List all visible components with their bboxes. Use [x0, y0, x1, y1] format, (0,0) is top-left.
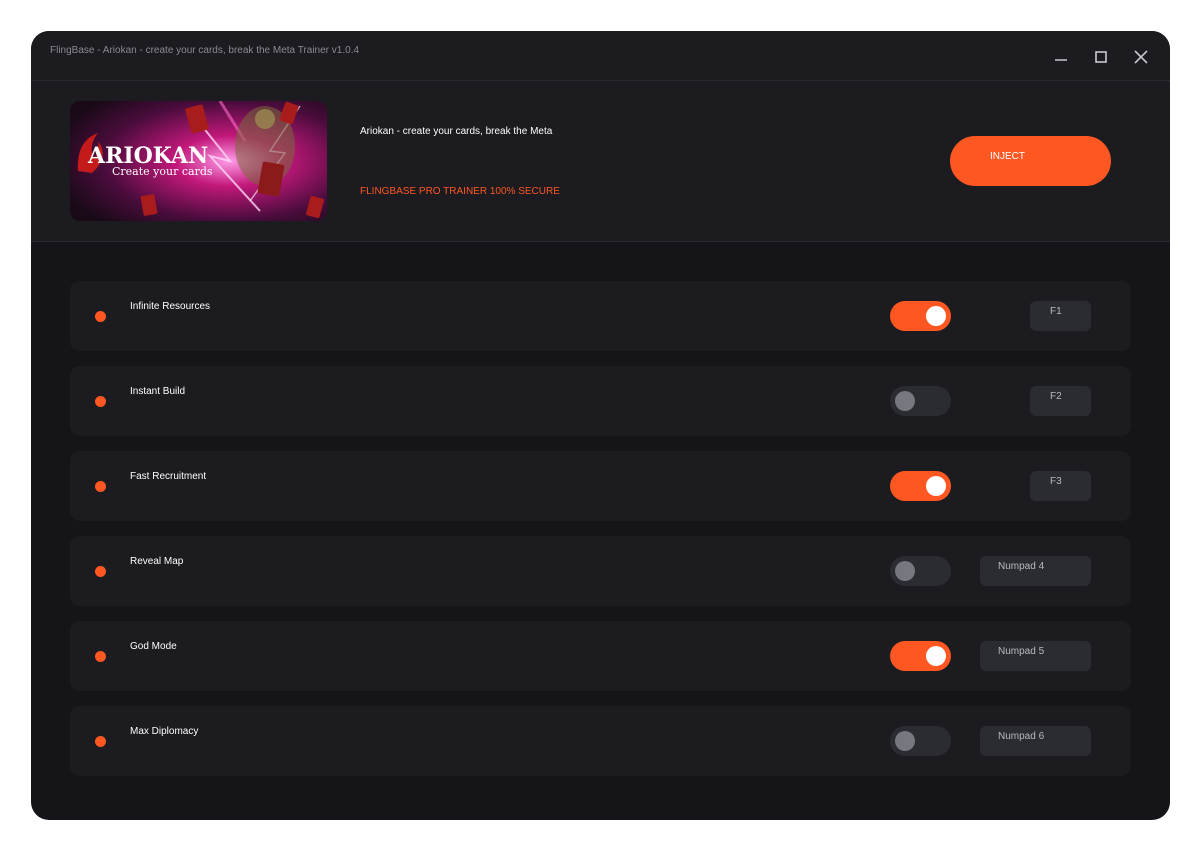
cheat-row: Max Diplomacy Numpad 6 [70, 706, 1131, 776]
banner-subtitle: Create your cards [112, 165, 213, 178]
trainer-window: FlingBase - Ariokan - create your cards,… [31, 31, 1170, 820]
hotkey-label: Numpad 6 [998, 731, 1045, 742]
hotkey-field[interactable]: Numpad 4 [980, 556, 1091, 586]
status-dot-icon [95, 566, 106, 577]
toggle-knob [926, 476, 946, 496]
status-dot-icon [95, 736, 106, 747]
cheat-name: Fast Recruitment [130, 471, 207, 482]
toggle-knob [926, 646, 946, 666]
toggle-knob [926, 306, 946, 326]
hotkey-field[interactable]: F3 [1030, 471, 1091, 501]
status-dot-icon [95, 481, 106, 492]
title-bar: FlingBase - Ariokan - create your cards,… [31, 31, 1170, 81]
cheat-toggle[interactable] [890, 556, 951, 586]
window-title: FlingBase - Ariokan - create your cards,… [50, 45, 360, 56]
hotkey-field[interactable]: F2 [1030, 386, 1091, 416]
cheat-name: Infinite Resources [130, 301, 211, 312]
status-dot-icon [95, 651, 106, 662]
trainer-tagline: FLINGBASE PRO TRAINER 100% SECURE [360, 186, 560, 197]
cheat-name: God Mode [130, 641, 177, 652]
game-title: Ariokan - create your cards, break the M… [360, 126, 553, 137]
toggle-knob [895, 391, 915, 411]
hotkey-label: F2 [1050, 391, 1062, 402]
close-button[interactable] [1129, 45, 1153, 69]
close-icon [1134, 50, 1148, 64]
cheat-row: Fast Recruitment F3 [70, 451, 1131, 521]
cheat-name: Max Diplomacy [130, 726, 199, 737]
maximize-button[interactable] [1089, 45, 1113, 69]
status-dot-icon [95, 311, 106, 322]
cheat-row: God Mode Numpad 5 [70, 621, 1131, 691]
game-banner-image: ARIOKAN Create your cards [70, 101, 327, 221]
hotkey-label: F1 [1050, 306, 1062, 317]
cheat-toggle[interactable] [890, 471, 951, 501]
cheat-row: Infinite Resources F1 [70, 281, 1131, 351]
status-dot-icon [95, 396, 106, 407]
inject-button[interactable]: INJECT [950, 136, 1111, 186]
hotkey-field[interactable]: F1 [1030, 301, 1091, 331]
cheat-name: Reveal Map [130, 556, 184, 567]
inject-label: INJECT [990, 151, 1025, 162]
toggle-knob [895, 561, 915, 581]
cheat-toggle[interactable] [890, 386, 951, 416]
maximize-icon [1095, 51, 1107, 63]
cheat-row: Reveal Map Numpad 4 [70, 536, 1131, 606]
hotkey-label: Numpad 5 [998, 646, 1045, 657]
hotkey-field[interactable]: Numpad 5 [980, 641, 1091, 671]
cheat-name: Instant Build [130, 386, 186, 397]
cheat-toggle[interactable] [890, 641, 951, 671]
cheat-row: Instant Build F2 [70, 366, 1131, 436]
toggle-knob [895, 731, 915, 751]
game-header: ARIOKAN Create your cards Ariokan - crea… [31, 81, 1170, 242]
hotkey-field[interactable]: Numpad 6 [980, 726, 1091, 756]
hotkey-label: Numpad 4 [998, 561, 1045, 572]
minimize-icon [1055, 59, 1067, 61]
hotkey-label: F3 [1050, 476, 1062, 487]
cheat-toggle[interactable] [890, 301, 951, 331]
minimize-button[interactable] [1049, 45, 1073, 69]
cheat-toggle[interactable] [890, 726, 951, 756]
